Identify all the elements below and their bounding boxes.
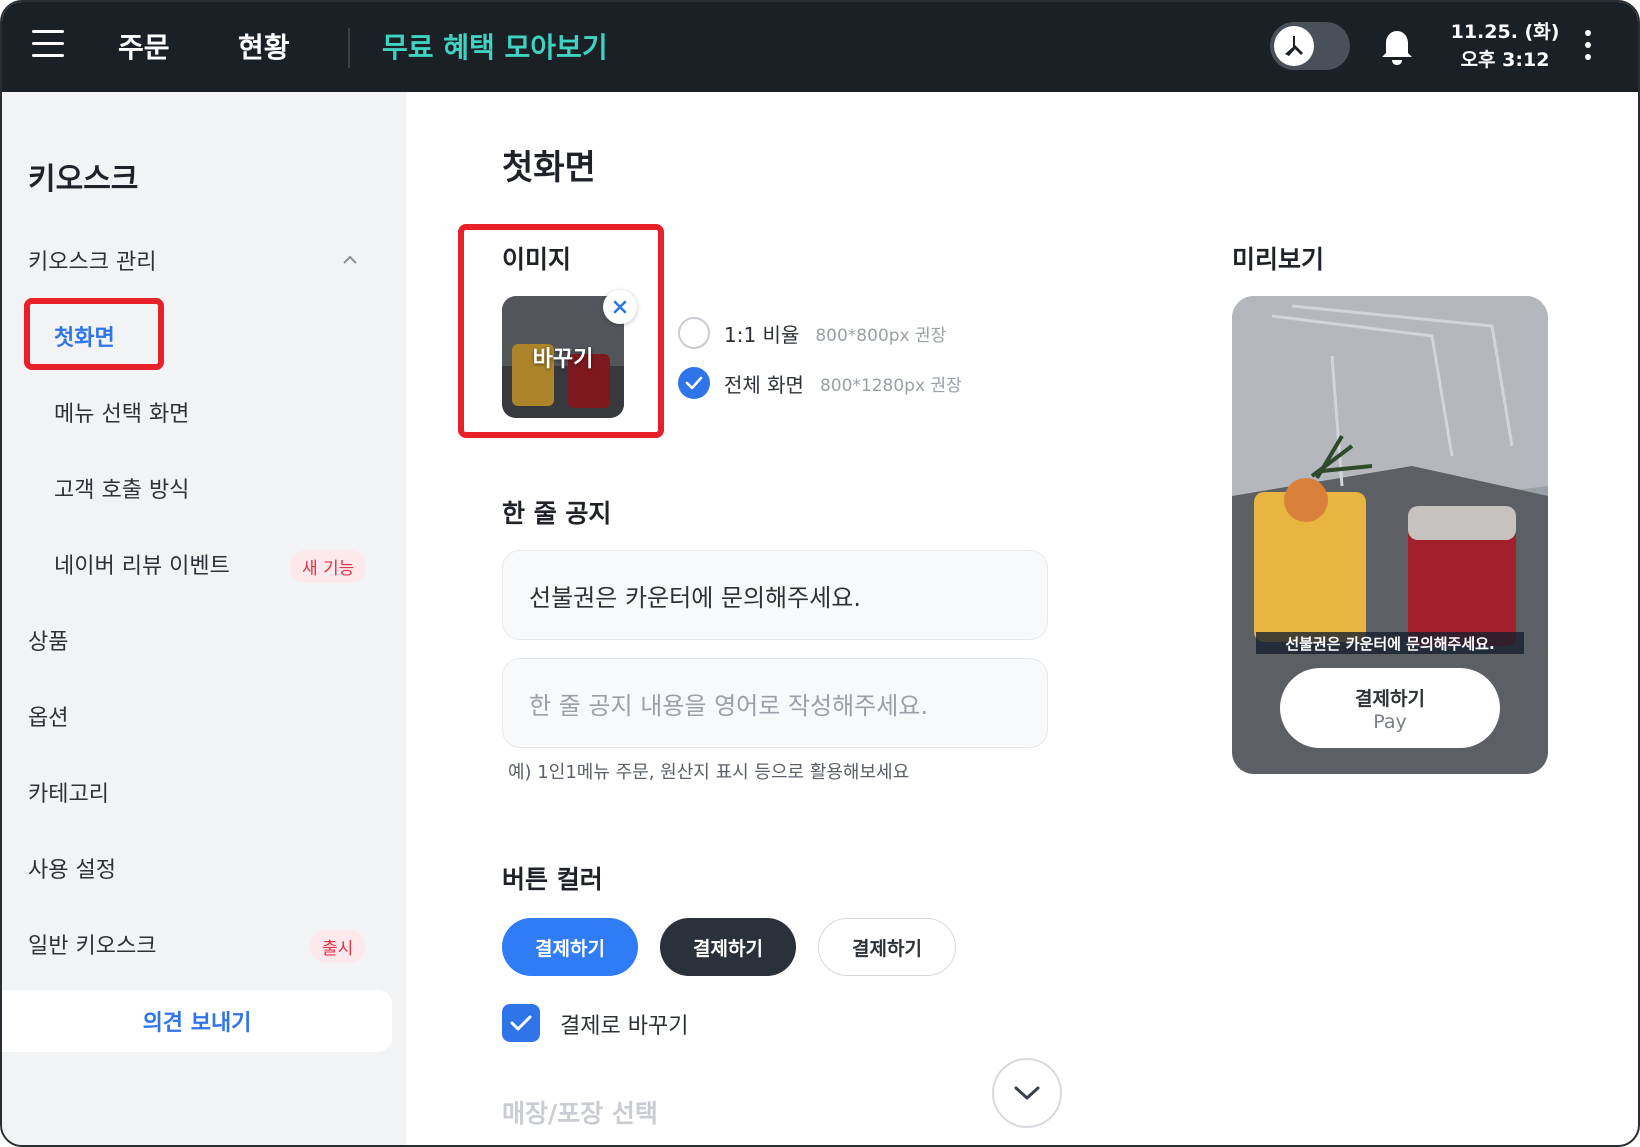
chevron-up-icon[interactable]: [342, 252, 358, 268]
preview-label: 미리보기: [1232, 245, 1325, 274]
theme-toggle[interactable]: [1270, 22, 1350, 70]
notice-english-input[interactable]: 한 줄 공지 내용을 영어로 작성해주세요.: [502, 658, 1048, 748]
preview-pay-main: 결제하기: [1355, 687, 1425, 710]
ratio-option-label: 1:1 비율: [724, 322, 800, 347]
sidebar: 키오스크 키오스크 관리 첫화면 메뉴 선택 화면 고객 호출 방식 네이버 리…: [2, 92, 406, 1145]
preview-pay-button: 결제하기 Pay: [1280, 668, 1500, 748]
image-section-label: 이미지: [502, 245, 572, 274]
nav-status[interactable]: 현황: [238, 26, 290, 66]
ratio-option-fullscreen[interactable]: 전체 화면 800*1280px 권장: [678, 366, 962, 400]
nav-orders[interactable]: 주문: [118, 26, 170, 66]
ratio-option-hint: 800*800px 권장: [815, 325, 947, 346]
radio-unchecked-icon[interactable]: [678, 317, 710, 349]
notice-hint: 예) 1인1메뉴 주문, 원산지 표시 등으로 활용해보세요: [508, 762, 910, 783]
date-text: 11.25. (화): [1450, 21, 1560, 43]
more-options-icon[interactable]: [1582, 30, 1594, 64]
sidebar-item-naver-review[interactable]: 네이버 리뷰 이벤트: [54, 548, 230, 580]
store-takeout-section-label: 매장/포장 선택: [502, 1099, 658, 1128]
preview-notice: 선불권은 카운터에 문의해주세요.: [1256, 632, 1524, 654]
chevron-down-icon: [1014, 1086, 1040, 1100]
radio-checked-icon[interactable]: [678, 367, 710, 399]
release-badge: 출시: [310, 930, 366, 963]
new-feature-badge: 새 기능: [290, 550, 367, 583]
page-title: 첫화면: [502, 148, 596, 188]
button-color-white[interactable]: 결제하기: [818, 918, 956, 976]
toggle-knob-icon: [1274, 26, 1314, 66]
button-color-dark[interactable]: 결제하기: [660, 918, 796, 976]
app-window: 주문 현황 무료 혜택 모아보기 11.25. (화) 오후 3:12 키오스크…: [0, 0, 1640, 1147]
date-time: 11.25. (화) 오후 3:12: [1450, 18, 1560, 74]
sidebar-title: 키오스크: [28, 162, 139, 197]
highlight-box-first-screen: [24, 298, 164, 370]
remove-image-icon[interactable]: [603, 290, 637, 324]
nav-divider: [348, 28, 350, 68]
scroll-down-button[interactable]: [992, 1058, 1062, 1128]
sidebar-item-products[interactable]: 상품: [28, 624, 68, 656]
preview-pay-sub: Pay: [1373, 710, 1407, 733]
sidebar-item-options[interactable]: 옵션: [28, 700, 68, 732]
menu-icon[interactable]: [32, 30, 64, 62]
ratio-option-square[interactable]: 1:1 비율 800*800px 권장: [678, 316, 946, 350]
nav-free-benefits[interactable]: 무료 혜택 모아보기: [382, 26, 608, 66]
change-to-pay-checkbox[interactable]: [502, 1004, 540, 1042]
ratio-option-label: 전체 화면: [724, 372, 804, 397]
change-to-pay-label: 결제로 바꾸기: [560, 1014, 689, 1039]
preview-panel: 선불권은 카운터에 문의해주세요. 결제하기 Pay: [1232, 296, 1548, 774]
sidebar-item-menu-select[interactable]: 메뉴 선택 화면: [54, 396, 189, 428]
sidebar-item-usage-settings[interactable]: 사용 설정: [28, 852, 116, 884]
time-text: 오후 3:12: [1460, 49, 1550, 71]
feedback-button[interactable]: 의견 보내기: [2, 990, 392, 1052]
sidebar-item-categories[interactable]: 카테고리: [28, 776, 109, 808]
notice-section-label: 한 줄 공지: [502, 499, 612, 528]
notice-input[interactable]: 선불권은 카운터에 문의해주세요.: [502, 550, 1048, 640]
top-bar: 주문 현황 무료 혜택 모아보기 11.25. (화) 오후 3:12: [2, 2, 1638, 92]
button-color-blue[interactable]: 결제하기: [502, 918, 638, 976]
sidebar-item-general-kiosk[interactable]: 일반 키오스크: [28, 928, 156, 960]
button-color-section-label: 버튼 컬러: [502, 865, 603, 894]
sidebar-group-kiosk-manage[interactable]: 키오스크 관리: [28, 244, 156, 276]
notification-bell-icon[interactable]: [1380, 28, 1414, 66]
ratio-option-hint: 800*1280px 권장: [819, 375, 962, 396]
sidebar-item-customer-call[interactable]: 고객 호출 방식: [54, 472, 189, 504]
